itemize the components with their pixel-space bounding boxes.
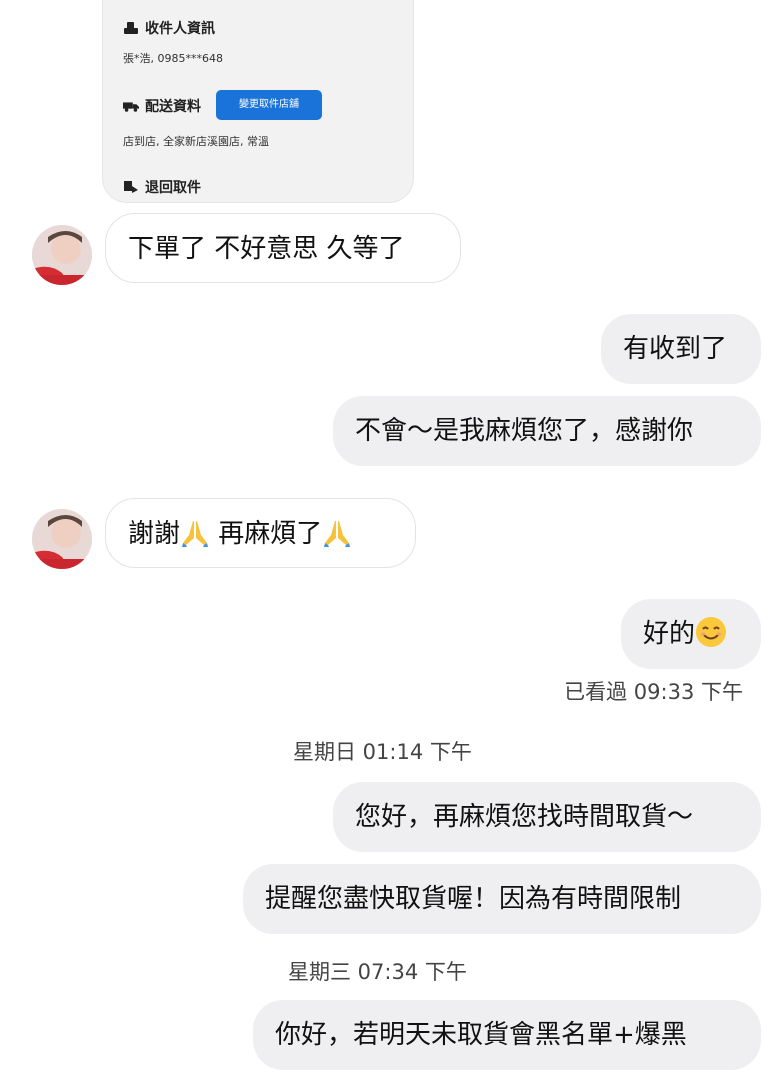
return-icon [124, 181, 138, 193]
message-bubble-incoming[interactable]: 謝謝 再麻煩了 [105, 498, 416, 568]
message-bubble-outgoing[interactable]: 好的 [621, 599, 761, 669]
avatar-photo [32, 225, 92, 285]
message-text: 有收到了 [623, 334, 728, 364]
contact-avatar[interactable] [32, 509, 92, 569]
message-bubble-outgoing[interactable]: 您好，再麻煩您找時間取貨～ [333, 782, 761, 852]
return-section-title: 退回取件 [123, 177, 201, 197]
message-bubble-incoming[interactable]: 下單了 不好意思 久等了 [105, 213, 461, 283]
shipping-title: 配送資料 [145, 99, 201, 115]
return-title: 退回取件 [145, 180, 201, 196]
seen-status: 已看過 09:33 下午 [564, 680, 743, 704]
message-text: 你好，若明天未取貨會黑名單+爆黑 [275, 1020, 687, 1050]
message-text: 不會～是我麻煩您了，感謝你 [355, 416, 694, 446]
recipient-section-title: 收件人資訊 [123, 18, 215, 38]
message-text: 謝謝 [128, 519, 181, 549]
message-text: 下單了 不好意思 久等了 [128, 234, 405, 264]
recipient-title: 收件人資訊 [145, 21, 215, 37]
order-info-card: 收件人資訊 張*浩, 0985***648 配送資料 變更取件店舖 店到店, 全… [103, 0, 413, 202]
message-text: 提醒您盡快取貨喔！因為有時間限制 [265, 884, 682, 914]
recipient-value: 張*浩, 0985***648 [123, 52, 223, 65]
timestamp-divider: 星期三 07:34 下午 [288, 960, 467, 984]
message-text: 好的 [643, 619, 696, 649]
avatar-photo [32, 509, 92, 569]
folded-hands-emoji [324, 521, 351, 547]
message-text: 您好，再麻煩您找時間取貨～ [355, 802, 694, 832]
message-bubble-outgoing[interactable]: 提醒您盡快取貨喔！因為有時間限制 [243, 864, 761, 934]
timestamp-divider: 星期日 01:14 下午 [293, 740, 472, 764]
folded-hands-emoji [182, 521, 209, 547]
message-bubble-outgoing[interactable]: 你好，若明天未取貨會黑名單+爆黑 [253, 1000, 761, 1070]
shipping-section-title: 配送資料 [123, 96, 201, 116]
message-bubble-outgoing[interactable]: 有收到了 [601, 314, 761, 384]
change-pickup-store-button[interactable]: 變更取件店舖 [216, 90, 322, 120]
message-text: 再麻煩了 [210, 519, 323, 549]
contact-avatar[interactable] [32, 225, 92, 285]
message-bubble-outgoing[interactable]: 不會～是我麻煩您了，感謝你 [333, 396, 761, 466]
shipping-value: 店到店, 全家新店溪園店, 常溫 [123, 135, 269, 148]
smiling-face-emoji [696, 617, 727, 647]
truck-icon [123, 102, 139, 112]
recipient-icon [124, 22, 138, 34]
